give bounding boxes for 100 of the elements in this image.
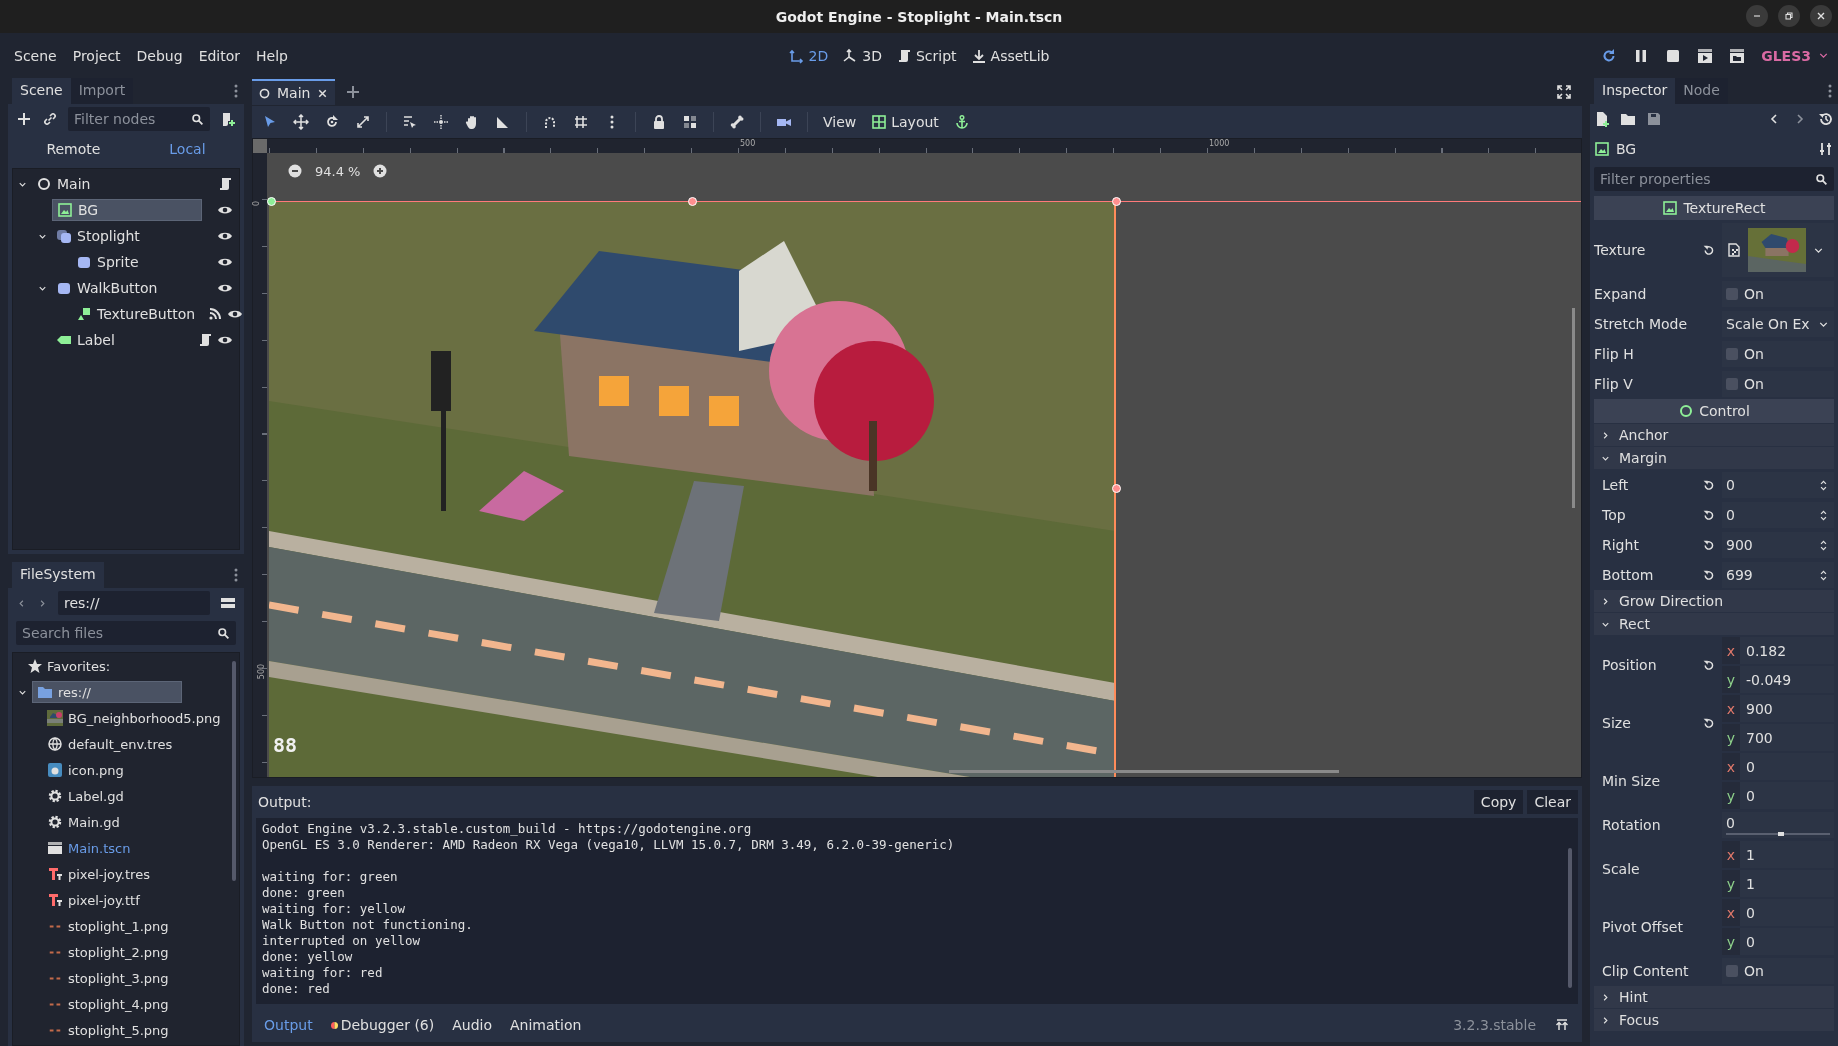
close-button[interactable]	[1810, 5, 1832, 27]
fullscreen-icon[interactable]	[1556, 84, 1572, 100]
maximize-button[interactable]	[1778, 5, 1800, 27]
workspace-tab[interactable]: AssetLib	[970, 47, 1050, 64]
revert-icon[interactable]	[1702, 716, 1715, 730]
workspace-tab[interactable]: 2D	[788, 47, 829, 64]
bone-icon[interactable]	[729, 114, 745, 130]
workspace-tab[interactable]: Script	[895, 47, 957, 64]
output-button[interactable]: Copy	[1473, 790, 1524, 814]
output-button[interactable]: Clear	[1527, 790, 1578, 814]
file-item[interactable]: stoplight_3.png	[43, 967, 173, 989]
revert-icon[interactable]	[1702, 478, 1715, 492]
menu-item[interactable]: Debug	[130, 43, 189, 68]
slider-field[interactable]: 0	[1722, 812, 1834, 838]
number-field[interactable]: x 0	[1722, 899, 1834, 926]
dock-tab[interactable]: Inspector	[1594, 78, 1676, 104]
layout-menu[interactable]: Layout	[871, 114, 939, 130]
add-script-icon[interactable]	[220, 111, 236, 127]
history-icon[interactable]	[1818, 111, 1834, 127]
path-field[interactable]: res://	[58, 591, 210, 615]
file-item[interactable]: default_env.tres	[43, 733, 177, 755]
workspace-tab[interactable]: 3D	[842, 47, 882, 64]
scrollbar[interactable]	[1568, 848, 1572, 988]
script-icon[interactable]	[217, 176, 233, 192]
bottom-tab[interactable]: Animation	[510, 1017, 582, 1033]
view-menu[interactable]: View	[823, 114, 857, 130]
property-group[interactable]: Focus	[1594, 1009, 1834, 1031]
tree-item[interactable]: WalkButton	[52, 277, 162, 299]
tree-item[interactable]: Stoplight	[52, 225, 144, 247]
tree-item[interactable]: Label	[52, 329, 119, 351]
property-group[interactable]: Hint	[1594, 986, 1834, 1008]
bottom-tab[interactable]: Debugger (6)	[330, 1017, 435, 1033]
pivot-icon[interactable]	[433, 114, 449, 130]
list-select-icon[interactable]	[402, 114, 418, 130]
number-field[interactable]: 0	[1722, 502, 1834, 528]
link-icon[interactable]	[42, 111, 58, 127]
tree-item[interactable]: BG	[52, 199, 202, 221]
grid-snap-icon[interactable]	[573, 114, 589, 130]
anchor-icon[interactable]	[953, 114, 970, 130]
ruler-icon[interactable]	[495, 114, 511, 130]
scrollbar[interactable]	[949, 770, 1339, 773]
checkbox[interactable]: On	[1722, 371, 1834, 397]
resize-handle[interactable]	[688, 197, 697, 206]
file-item[interactable]: Main.gd	[43, 811, 124, 833]
file-item[interactable]: icon.png	[43, 759, 128, 781]
number-field[interactable]: x 0.182	[1722, 637, 1834, 664]
number-field[interactable]: y 0	[1722, 928, 1834, 955]
add-tab-icon[interactable]	[345, 84, 362, 100]
menu-item[interactable]: Help	[250, 43, 294, 68]
section-header[interactable]: TextureRect	[1594, 196, 1834, 220]
number-field[interactable]: x 0	[1722, 753, 1834, 780]
move-icon[interactable]	[293, 114, 309, 130]
revert-icon[interactable]	[1702, 568, 1715, 582]
file-item[interactable]: Main.tscn	[43, 837, 135, 859]
number-field[interactable]: 900	[1722, 532, 1834, 558]
tools-icon[interactable]	[1818, 141, 1834, 157]
renderer-menu[interactable]: GLES3	[1761, 47, 1830, 64]
tree-item[interactable]: Main	[32, 173, 95, 195]
mode-tab[interactable]: Remote	[46, 141, 101, 157]
file-item[interactable]: res://	[32, 681, 182, 703]
file-item[interactable]: BG_neighborhood5.png	[43, 707, 225, 729]
number-field[interactable]: x 1	[1722, 841, 1834, 868]
file-item[interactable]: pixel-joy.ttf	[43, 889, 144, 911]
dock-tab[interactable]: FileSystem	[12, 562, 104, 588]
group-icon[interactable]	[682, 114, 698, 130]
number-field[interactable]: y -0.049	[1722, 666, 1834, 693]
number-field[interactable]: y 700	[1722, 724, 1834, 751]
tree-item[interactable]: TextureButton	[72, 303, 200, 325]
save-icon[interactable]	[1646, 111, 1662, 127]
menu-item[interactable]: Editor	[192, 43, 247, 68]
minimize-button[interactable]	[1746, 5, 1768, 27]
split-view-icon[interactable]	[220, 595, 236, 611]
script-icon[interactable]	[197, 332, 213, 348]
revert-icon[interactable]	[1702, 658, 1715, 672]
number-field[interactable]: y 0	[1722, 782, 1834, 809]
number-field[interactable]: 0	[1722, 472, 1834, 498]
dock-tab[interactable]: Scene	[12, 78, 71, 104]
file-item[interactable]: stoplight_2.png	[43, 941, 173, 963]
resize-handle[interactable]	[1112, 197, 1121, 206]
number-field[interactable]: x 900	[1722, 695, 1834, 722]
scrollbar[interactable]	[232, 661, 236, 881]
checkbox[interactable]: On	[1722, 341, 1834, 367]
scrollbar[interactable]	[1572, 308, 1575, 508]
property-group[interactable]: Grow Direction	[1594, 590, 1834, 612]
file-item[interactable]: Label.gd	[43, 785, 128, 807]
checkbox[interactable]: On	[1722, 281, 1834, 307]
file-item[interactable]: stoplight_5.png	[43, 1019, 173, 1041]
play-custom-scene-icon[interactable]	[1729, 47, 1746, 64]
stop-icon[interactable]	[1665, 47, 1682, 64]
bottom-tab[interactable]: Output	[264, 1017, 313, 1033]
signal-icon[interactable]	[207, 306, 224, 322]
checkbox[interactable]: On	[1722, 958, 1834, 984]
pin-icon[interactable]	[1554, 1017, 1570, 1033]
texture-file-icon[interactable]	[1726, 242, 1742, 258]
property-group[interactable]: Margin	[1594, 447, 1834, 469]
snap-icon[interactable]	[542, 114, 558, 130]
revert-icon[interactable]	[1702, 243, 1715, 257]
section-header[interactable]: Control	[1594, 399, 1834, 423]
filter-field[interactable]: Filter properties	[1594, 167, 1834, 191]
add-icon[interactable]	[16, 111, 32, 127]
